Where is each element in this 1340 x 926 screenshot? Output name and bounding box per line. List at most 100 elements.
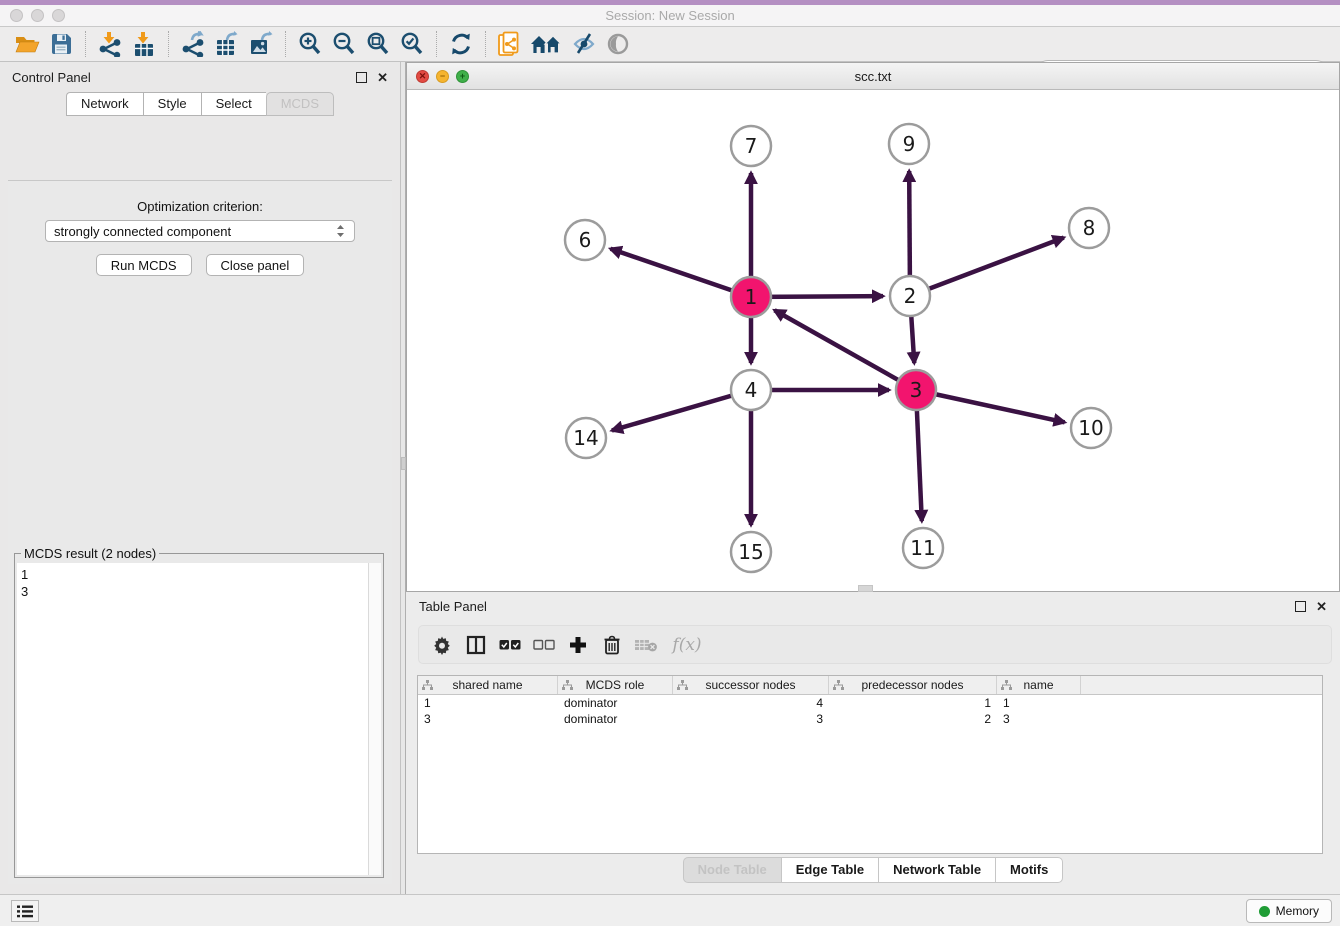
node-14[interactable]: 14 xyxy=(566,418,606,458)
table-panel-title: Table Panel xyxy=(419,599,487,614)
cell-MCDS-role[interactable]: dominator xyxy=(558,711,673,727)
cell-shared-name[interactable]: 3 xyxy=(418,711,558,727)
column-header-predecessor-nodes[interactable]: predecessor nodes xyxy=(829,676,997,694)
export-table-icon[interactable] xyxy=(210,29,244,59)
edge-3-10[interactable] xyxy=(916,390,1065,422)
table-row[interactable]: 1dominator411 xyxy=(418,695,1322,711)
edge-2-8[interactable] xyxy=(910,238,1064,296)
float-panel-icon[interactable] xyxy=(356,72,367,83)
network-graph[interactable]: 7 9 6 8 1 2 4 3 14 10 15 11 xyxy=(407,90,1339,591)
tab-style[interactable]: Style xyxy=(143,92,201,116)
close-panel-icon[interactable]: ✕ xyxy=(377,72,388,83)
export-network-icon[interactable] xyxy=(176,29,210,59)
table-header-row: shared nameMCDS rolesuccessor nodesprede… xyxy=(418,676,1322,695)
cell-predecessor-nodes[interactable]: 2 xyxy=(829,711,997,727)
split-columns-icon[interactable] xyxy=(461,631,491,659)
close-panel-button[interactable]: Close panel xyxy=(206,254,305,276)
tab-edge-table[interactable]: Edge Table xyxy=(781,857,878,883)
column-header-shared-name[interactable]: shared name xyxy=(418,676,558,694)
cell-name[interactable]: 3 xyxy=(997,711,1081,727)
float-table-panel-icon[interactable] xyxy=(1295,601,1306,612)
zoom-in-icon[interactable] xyxy=(293,29,327,59)
optimization-criterion-select[interactable]: strongly connected component xyxy=(45,220,355,242)
open-folder-icon[interactable] xyxy=(10,29,44,59)
control-panel-tabs: NetworkStyleSelectMCDS xyxy=(0,92,400,116)
edge-3-1[interactable] xyxy=(775,310,916,390)
add-column-icon[interactable] xyxy=(563,631,593,659)
node-15[interactable]: 15 xyxy=(731,532,771,572)
cell-successor-nodes[interactable]: 3 xyxy=(673,711,829,727)
save-session-icon[interactable] xyxy=(44,29,78,59)
svg-text:1: 1 xyxy=(745,285,758,309)
network-close-button[interactable]: ✕ xyxy=(416,70,429,83)
network-minimize-button[interactable]: − xyxy=(436,70,449,83)
new-network-file-icon[interactable] xyxy=(493,29,527,59)
hide-style-icon[interactable] xyxy=(567,29,601,59)
table-row[interactable]: 3dominator323 xyxy=(418,711,1322,727)
mcds-tab-content: Optimization criterion: strongly connect… xyxy=(8,180,392,884)
network-maximize-button[interactable]: + xyxy=(456,70,469,83)
chevron-updown-icon xyxy=(335,223,346,239)
svg-text:6: 6 xyxy=(579,228,592,252)
control-panel-title: Control Panel xyxy=(12,70,91,85)
horizontal-split-grip[interactable] xyxy=(858,585,873,592)
run-mcds-button[interactable]: Run MCDS xyxy=(96,254,192,276)
network-view-window: scc.txt ✕ − + 7968124314101511 xyxy=(406,62,1340,592)
refresh-layout-icon[interactable] xyxy=(444,29,478,59)
delete-column-trash-icon[interactable] xyxy=(597,631,627,659)
table-tabs: Node TableEdge TableNetwork TableMotifs xyxy=(406,857,1340,883)
tab-network[interactable]: Network xyxy=(66,92,143,116)
svg-text:9: 9 xyxy=(903,132,916,156)
zoom-out-icon[interactable] xyxy=(327,29,361,59)
optimization-criterion-label: Optimization criterion: xyxy=(8,199,392,214)
result-scrollbar[interactable] xyxy=(368,563,381,875)
tab-select[interactable]: Select xyxy=(201,92,266,116)
application-window: Session: New Session xyxy=(0,0,1340,926)
node-4[interactable]: 4 xyxy=(731,370,771,410)
task-history-button[interactable] xyxy=(11,900,39,922)
node-8[interactable]: 8 xyxy=(1069,208,1109,248)
node-2[interactable]: 2 xyxy=(890,276,930,316)
import-network-icon[interactable] xyxy=(93,29,127,59)
node-table[interactable]: shared nameMCDS rolesuccessor nodesprede… xyxy=(417,675,1323,854)
zoom-fit-icon[interactable] xyxy=(361,29,395,59)
node-3[interactable]: 3 xyxy=(896,370,936,410)
column-header-successor-nodes[interactable]: successor nodes xyxy=(673,676,829,694)
node-10[interactable]: 10 xyxy=(1071,408,1111,448)
select-all-checkboxes-icon[interactable] xyxy=(495,631,525,659)
home-session-icon[interactable] xyxy=(527,29,567,59)
mcds-result-title: MCDS result (2 nodes) xyxy=(21,546,159,561)
node-1[interactable]: 1 xyxy=(731,277,771,317)
cell-predecessor-nodes[interactable]: 1 xyxy=(829,695,997,711)
close-table-panel-icon[interactable]: ✕ xyxy=(1316,601,1327,612)
cell-shared-name[interactable]: 1 xyxy=(418,695,558,711)
tab-motifs[interactable]: Motifs xyxy=(995,857,1063,883)
tab-network-table[interactable]: Network Table xyxy=(878,857,995,883)
gear-icon[interactable] xyxy=(427,631,457,659)
edge-1-6[interactable] xyxy=(611,249,751,297)
node-6[interactable]: 6 xyxy=(565,220,605,260)
tab-node-table[interactable]: Node Table xyxy=(683,857,781,883)
toolbar-separator xyxy=(285,31,286,57)
column-header-MCDS-role[interactable]: MCDS role xyxy=(558,676,673,694)
memory-button[interactable]: Memory xyxy=(1246,899,1332,923)
preview-eye-icon[interactable] xyxy=(601,29,635,59)
node-7[interactable]: 7 xyxy=(731,126,771,166)
deselect-all-checkboxes-icon[interactable] xyxy=(529,631,559,659)
svg-text:15: 15 xyxy=(738,540,763,564)
tab-mcds[interactable]: MCDS xyxy=(266,92,334,116)
network-canvas[interactable]: 7 9 6 8 1 2 4 3 14 10 15 11 xyxy=(407,90,1339,591)
mcds-result-text[interactable]: 1 3 xyxy=(17,563,368,875)
cell-MCDS-role[interactable]: dominator xyxy=(558,695,673,711)
zoom-selected-icon[interactable] xyxy=(395,29,429,59)
cell-name[interactable]: 1 xyxy=(997,695,1081,711)
node-11[interactable]: 11 xyxy=(903,528,943,568)
node-9[interactable]: 9 xyxy=(889,124,929,164)
table-toolbar: f(x) xyxy=(418,625,1332,664)
svg-text:14: 14 xyxy=(573,426,598,450)
column-header-name[interactable]: name xyxy=(997,676,1081,694)
import-table-icon[interactable] xyxy=(127,29,161,59)
edge-4-14[interactable] xyxy=(612,390,751,430)
cell-successor-nodes[interactable]: 4 xyxy=(673,695,829,711)
export-image-icon[interactable] xyxy=(244,29,278,59)
